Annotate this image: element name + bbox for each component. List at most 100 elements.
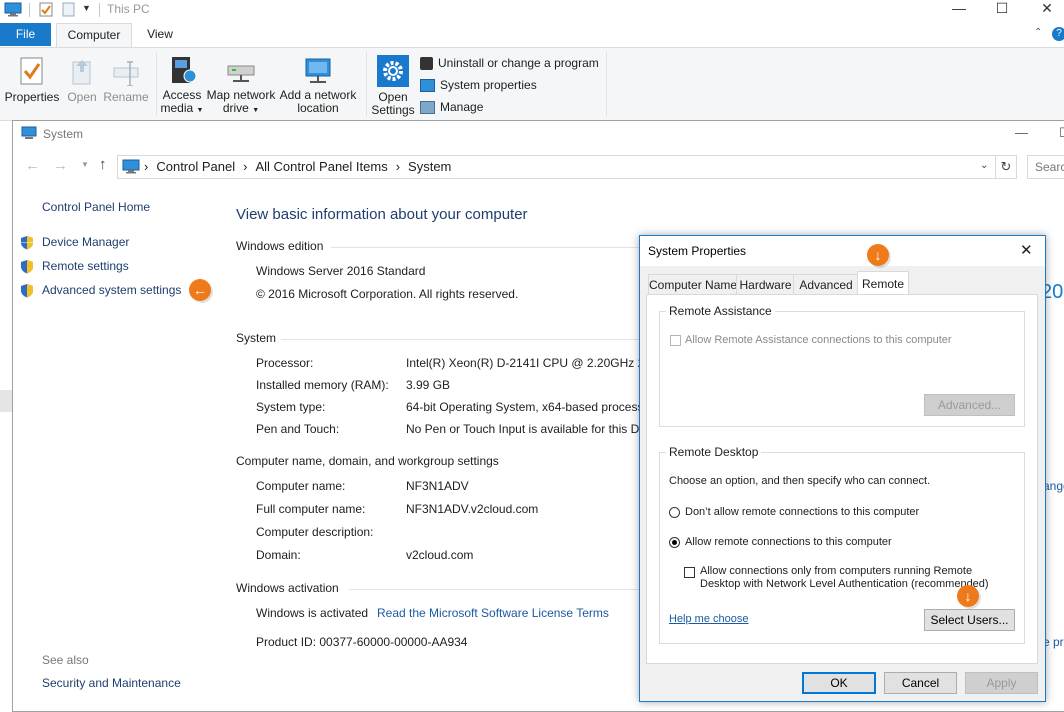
up-icon[interactable]: ↑ [99, 156, 107, 173]
add-network-location-button[interactable]: Add a network location [278, 54, 358, 115]
properties-qat-icon[interactable] [39, 2, 53, 17]
minimize-icon[interactable]: — [936, 0, 982, 16]
address-bar[interactable]: › Control Panel › All Control Panel Item… [117, 155, 997, 179]
remote-tab-panel: Remote Assistance Allow Remote Assistanc… [646, 294, 1038, 664]
computer-name-header: Computer name, domain, and workgroup set… [236, 454, 499, 468]
help-icon[interactable]: ? [1052, 27, 1064, 41]
help-me-choose-link[interactable]: Help me choose [669, 613, 749, 625]
forward-icon[interactable]: → [53, 157, 68, 174]
change-product-key-link[interactable]: e pro [1043, 635, 1064, 649]
pen-touch-label: Pen and Touch: [256, 422, 340, 436]
deny-remote-radio[interactable] [669, 507, 680, 518]
rename-button[interactable]: Rename [102, 56, 150, 104]
title-separator [99, 3, 100, 17]
shield-icon [21, 260, 33, 274]
ribbon-separator [606, 52, 607, 116]
network-drive-icon [227, 65, 255, 82]
manage-label: Manage [440, 100, 484, 114]
breadcrumb-chevron-icon: › [243, 159, 248, 174]
close-icon[interactable]: ✕ [1024, 0, 1064, 16]
qat-dropdown-icon[interactable]: ▼ [82, 3, 91, 13]
dialog-close-icon[interactable]: ✕ [1020, 241, 1033, 259]
refresh-icon: ↻ [1000, 159, 1012, 174]
tab-hardware[interactable]: Hardware [736, 274, 795, 295]
back-icon[interactable]: ← [25, 157, 40, 174]
select-users-button[interactable]: Select Users... [924, 609, 1015, 631]
activation-header: Windows activation [236, 581, 339, 595]
address-dropdown-icon[interactable]: ⌄ [980, 160, 988, 171]
system-maximize-icon[interactable]: ☐ [1059, 125, 1064, 141]
dropdown-arrow-icon: ▼ [252, 107, 260, 114]
manage-button[interactable]: Manage [420, 100, 483, 114]
properties-icon [20, 57, 43, 85]
open-label: Open [67, 90, 97, 104]
network-location-icon [305, 58, 331, 83]
qat-separator [29, 3, 30, 17]
tab-view[interactable]: View [136, 23, 184, 46]
domain-label: Domain: [256, 548, 301, 562]
open-settings-button[interactable]: Open Settings [370, 54, 416, 117]
system-properties-label: System properties [440, 78, 537, 92]
domain-value: v2cloud.com [406, 548, 474, 562]
remote-assistance-checkbox-label: Allow Remote Assistance connections to t… [685, 334, 952, 346]
add-location-label-2: location [297, 101, 339, 115]
tab-computer-name[interactable]: Computer Name [648, 274, 738, 295]
change-settings-link[interactable]: ange [1043, 479, 1064, 493]
properties-button[interactable]: Properties [4, 56, 60, 104]
page-title: View basic information about your comput… [236, 206, 528, 223]
section-divider [281, 339, 641, 340]
tab-file[interactable]: File [0, 23, 51, 46]
this-pc-icon [4, 2, 22, 17]
remote-desktop-label: Remote Desktop [666, 445, 762, 459]
nla-checkbox[interactable] [684, 567, 695, 578]
system-window-icon [21, 126, 37, 139]
breadcrumb-control-panel[interactable]: Control Panel [156, 159, 235, 174]
sidebar-item-advanced-system-settings[interactable]: Advanced system settings [42, 283, 181, 297]
breadcrumb-chevron-icon: › [144, 159, 149, 174]
system-properties-button[interactable]: System properties [420, 78, 537, 92]
activation-status: Windows is activated [256, 606, 369, 620]
new-folder-qat-icon[interactable] [62, 2, 76, 17]
access-media-button[interactable]: Access media ▼ [160, 54, 204, 117]
breadcrumb-all-items[interactable]: All Control Panel Items [255, 159, 387, 174]
refresh-button[interactable]: ↻ [995, 155, 1017, 179]
license-terms-link[interactable]: Read the Microsoft Software License Term… [377, 606, 609, 620]
search-input[interactable]: Search [1027, 155, 1064, 179]
dialog-title: System Properties [648, 244, 747, 258]
breadcrumb-system[interactable]: System [408, 159, 451, 174]
computer-description-label: Computer description: [256, 525, 374, 539]
recent-dropdown-icon[interactable]: ▼ [81, 160, 89, 169]
security-maintenance-link[interactable]: Security and Maintenance [42, 676, 181, 690]
apply-button[interactable]: Apply [965, 672, 1038, 694]
breadcrumb: › Control Panel › All Control Panel Item… [144, 159, 451, 174]
tab-computer[interactable]: Computer [56, 23, 132, 48]
allow-remote-radio[interactable] [669, 537, 680, 548]
system-properties-icon [420, 78, 435, 92]
map-network-drive-button[interactable]: Map network drive ▼ [205, 54, 277, 117]
open-button[interactable]: Open [62, 56, 102, 104]
maximize-icon[interactable]: ☐ [979, 0, 1025, 16]
tab-advanced[interactable]: Advanced [793, 274, 859, 295]
uninstall-icon [420, 56, 433, 70]
cancel-button[interactable]: Cancel [884, 672, 957, 694]
ok-button[interactable]: OK [802, 672, 876, 694]
breadcrumb-chevron-icon: › [395, 159, 401, 174]
ribbon-separator [366, 52, 367, 116]
control-panel-home-link[interactable]: Control Panel Home [42, 200, 150, 214]
system-window-title: System [43, 127, 84, 141]
explorer-title: This PC [107, 2, 150, 16]
system-minimize-icon[interactable]: — [1015, 125, 1028, 140]
ribbon-collapse-icon[interactable]: ⌃ [1034, 27, 1042, 38]
computer-name-value: NF3N1ADV [406, 479, 469, 493]
memory-label: Installed memory (RAM): [256, 378, 389, 392]
tab-remote[interactable]: Remote [857, 271, 909, 296]
deny-remote-label: Don’t allow remote connections to this c… [685, 506, 920, 518]
map-drive-label-2: drive [222, 101, 249, 115]
remote-assistance-advanced-button[interactable]: Advanced... [924, 394, 1015, 416]
remote-assistance-checkbox[interactable] [670, 335, 681, 346]
processor-label: Processor: [256, 356, 314, 370]
uninstall-program-button[interactable]: Uninstall or change a program [420, 56, 599, 70]
sidebar-item-remote-settings[interactable]: Remote settings [42, 259, 129, 273]
properties-label: Properties [4, 90, 60, 104]
sidebar-item-device-manager[interactable]: Device Manager [42, 235, 129, 249]
